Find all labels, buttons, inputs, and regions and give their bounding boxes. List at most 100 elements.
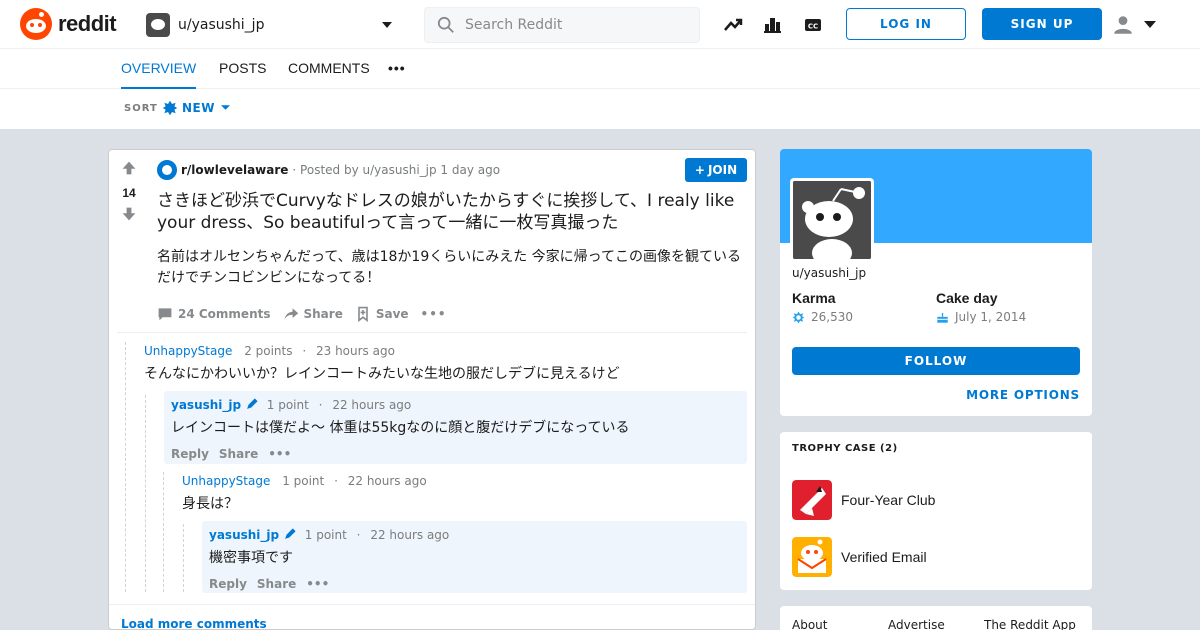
comments-button[interactable]: 24 Comments: [157, 306, 271, 322]
chevron-down-icon: [1144, 21, 1156, 28]
save-button[interactable]: Save: [355, 306, 409, 322]
comment-points: 1 point: [304, 528, 347, 542]
footer-link-about[interactable]: About: [792, 618, 827, 630]
trophy-item[interactable]: Four-Year Club: [792, 480, 935, 520]
captions-icon[interactable]: CC: [801, 13, 825, 37]
thread-line: [163, 472, 164, 592]
user-icon: [1114, 16, 1132, 34]
comment-text: レインコートは僕だよ〜 体重は55kgなのに顔と腹だけデブになっている: [171, 420, 630, 436]
reddit-logo[interactable]: reddit: [20, 8, 117, 40]
popular-icon[interactable]: [721, 13, 745, 37]
comment-author[interactable]: UnhappyStage: [182, 474, 270, 488]
profile-card: u/yasushi_jp Karma 26,530 Cake day July …: [780, 149, 1092, 416]
load-more-comments-link[interactable]: Load more comments: [121, 617, 267, 629]
save-icon: [358, 306, 368, 322]
profile-tabs: OVERVIEW POSTS COMMENTS •••: [0, 49, 1200, 89]
more-options-link[interactable]: MORE OPTIONS: [966, 388, 1080, 402]
meta-separator: ·: [302, 344, 307, 358]
more-options-icon[interactable]: •••: [268, 447, 291, 461]
tab-comments[interactable]: COMMENTS: [288, 49, 370, 89]
join-label: JOIN: [707, 163, 738, 177]
share-button[interactable]: Share: [283, 306, 343, 322]
user-menu-dropdown[interactable]: [1112, 13, 1162, 37]
vote-score: 14: [122, 186, 136, 200]
comment-time: 23 hours ago: [315, 344, 395, 358]
subreddit-link[interactable]: r/lowlevelaware: [181, 163, 288, 177]
reddit-wordmark: reddit: [58, 11, 117, 36]
share-button[interactable]: Share: [219, 447, 258, 461]
more-options-icon[interactable]: •••: [421, 307, 447, 321]
stats-icon[interactable]: [761, 13, 785, 37]
comment: yasushi_jp 1 point · 22 hours ago レインコート…: [171, 397, 741, 461]
comment: UnhappyStage 2 points · 23 hours ago そんな…: [144, 344, 744, 383]
comment-text: そんなにかわいいか？レインコートみたいな生地の服だしデブに見えるけど: [144, 366, 620, 382]
subreddit-icon[interactable]: [157, 160, 177, 180]
karma-label: Karma: [792, 290, 836, 306]
card-divider: [109, 604, 755, 605]
reply-button[interactable]: Reply: [171, 447, 209, 461]
comment-text: 身長は？: [182, 496, 238, 512]
log-in-button[interactable]: LOG IN: [846, 8, 966, 40]
snoo-icon: [20, 8, 52, 40]
share-label: Share: [303, 307, 343, 321]
search-input[interactable]: [465, 17, 685, 33]
comment-author[interactable]: yasushi_jp: [209, 528, 279, 542]
thread-line: [183, 524, 184, 592]
sort-value: NEW: [182, 101, 215, 115]
cakeday-value: July 1, 2014: [955, 310, 1027, 324]
comment: yasushi_jp 1 point · 22 hours ago 機密事項です…: [209, 527, 739, 591]
more-tabs-icon[interactable]: •••: [388, 49, 406, 89]
more-options-icon[interactable]: •••: [306, 577, 329, 591]
plus-icon: +: [694, 163, 705, 177]
reply-button[interactable]: Reply: [209, 577, 247, 591]
post-meta: r/lowlevelaware · Posted by u/yasushi_jp…: [157, 160, 500, 180]
upvote-icon[interactable]: [121, 160, 137, 176]
vote-column: 14: [117, 160, 141, 226]
svg-text:CC: CC: [808, 23, 818, 31]
top-header: reddit u/yasushi_jp CC LOG IN SIGN UP: [0, 0, 1200, 49]
cakeday-value-row: July 1, 2014: [936, 310, 1026, 324]
footer-link-advertise[interactable]: Advertise: [888, 618, 945, 630]
post-card: 14 r/lowlevelaware · Posted by u/yasushi…: [108, 149, 756, 630]
downvote-icon[interactable]: [121, 206, 137, 222]
pencil-icon: [285, 528, 296, 539]
karma-value-row: 26,530: [792, 310, 853, 324]
trophy-name: Four-Year Club: [841, 492, 936, 508]
posted-by: · Posted by u/yasushi_jp 1 day ago: [292, 163, 501, 177]
karma-value: 26,530: [811, 310, 853, 324]
trophy-item[interactable]: Verified Email: [792, 537, 927, 577]
community-dropdown[interactable]: u/yasushi_jp: [146, 12, 398, 38]
comment-icon: [158, 308, 172, 321]
sort-dropdown[interactable]: NEW: [162, 100, 230, 116]
comment-points: 1 point: [282, 474, 325, 488]
post-title[interactable]: さきほど砂浜でCurvyなドレスの娘がいたからすぐに挨拶して、I realy l…: [157, 190, 747, 234]
meta-separator: ·: [334, 474, 338, 488]
search-bar[interactable]: [424, 7, 700, 43]
comment-time: 22 hours ago: [347, 474, 427, 488]
chevron-down-icon: [220, 105, 230, 110]
footer-card: About Advertise The Reddit App: [780, 606, 1092, 630]
comment-time: 22 hours ago: [370, 528, 450, 542]
comment: UnhappyStage 1 point · 22 hours ago 身長は？: [182, 474, 742, 513]
share-button[interactable]: Share: [257, 577, 296, 591]
tab-posts[interactable]: POSTS: [219, 49, 266, 89]
meta-separator: ·: [318, 398, 323, 412]
karma-icon: [792, 311, 805, 323]
thread-line: [125, 342, 126, 592]
comment-author[interactable]: UnhappyStage: [144, 344, 232, 358]
join-button[interactable]: + JOIN: [685, 158, 747, 182]
post-divider: [117, 332, 747, 333]
tab-overview[interactable]: OVERVIEW: [121, 49, 197, 89]
sign-up-button[interactable]: SIGN UP: [982, 8, 1102, 40]
trophy-case-title: TROPHY CASE (2): [792, 443, 898, 454]
comment-author[interactable]: yasushi_jp: [171, 398, 241, 412]
footer-link-app[interactable]: The Reddit App: [984, 618, 1076, 630]
profile-username: u/yasushi_jp: [792, 266, 867, 280]
share-icon: [284, 308, 298, 320]
meta-separator: ·: [356, 528, 361, 542]
thread-line: [145, 395, 146, 592]
search-icon: [437, 16, 454, 33]
follow-button[interactable]: FOLLOW: [792, 347, 1080, 375]
dropdown-username: u/yasushi_jp: [178, 17, 265, 33]
comment-points: 1 point: [266, 398, 309, 412]
